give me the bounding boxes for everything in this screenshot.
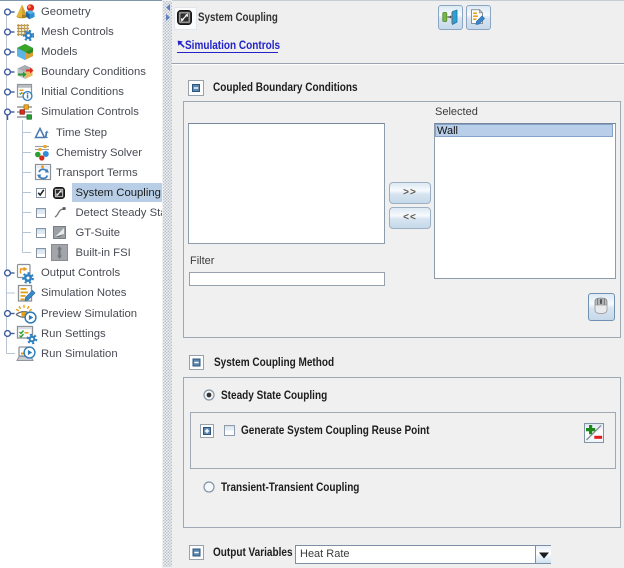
svg-text:t: t	[45, 126, 49, 141]
